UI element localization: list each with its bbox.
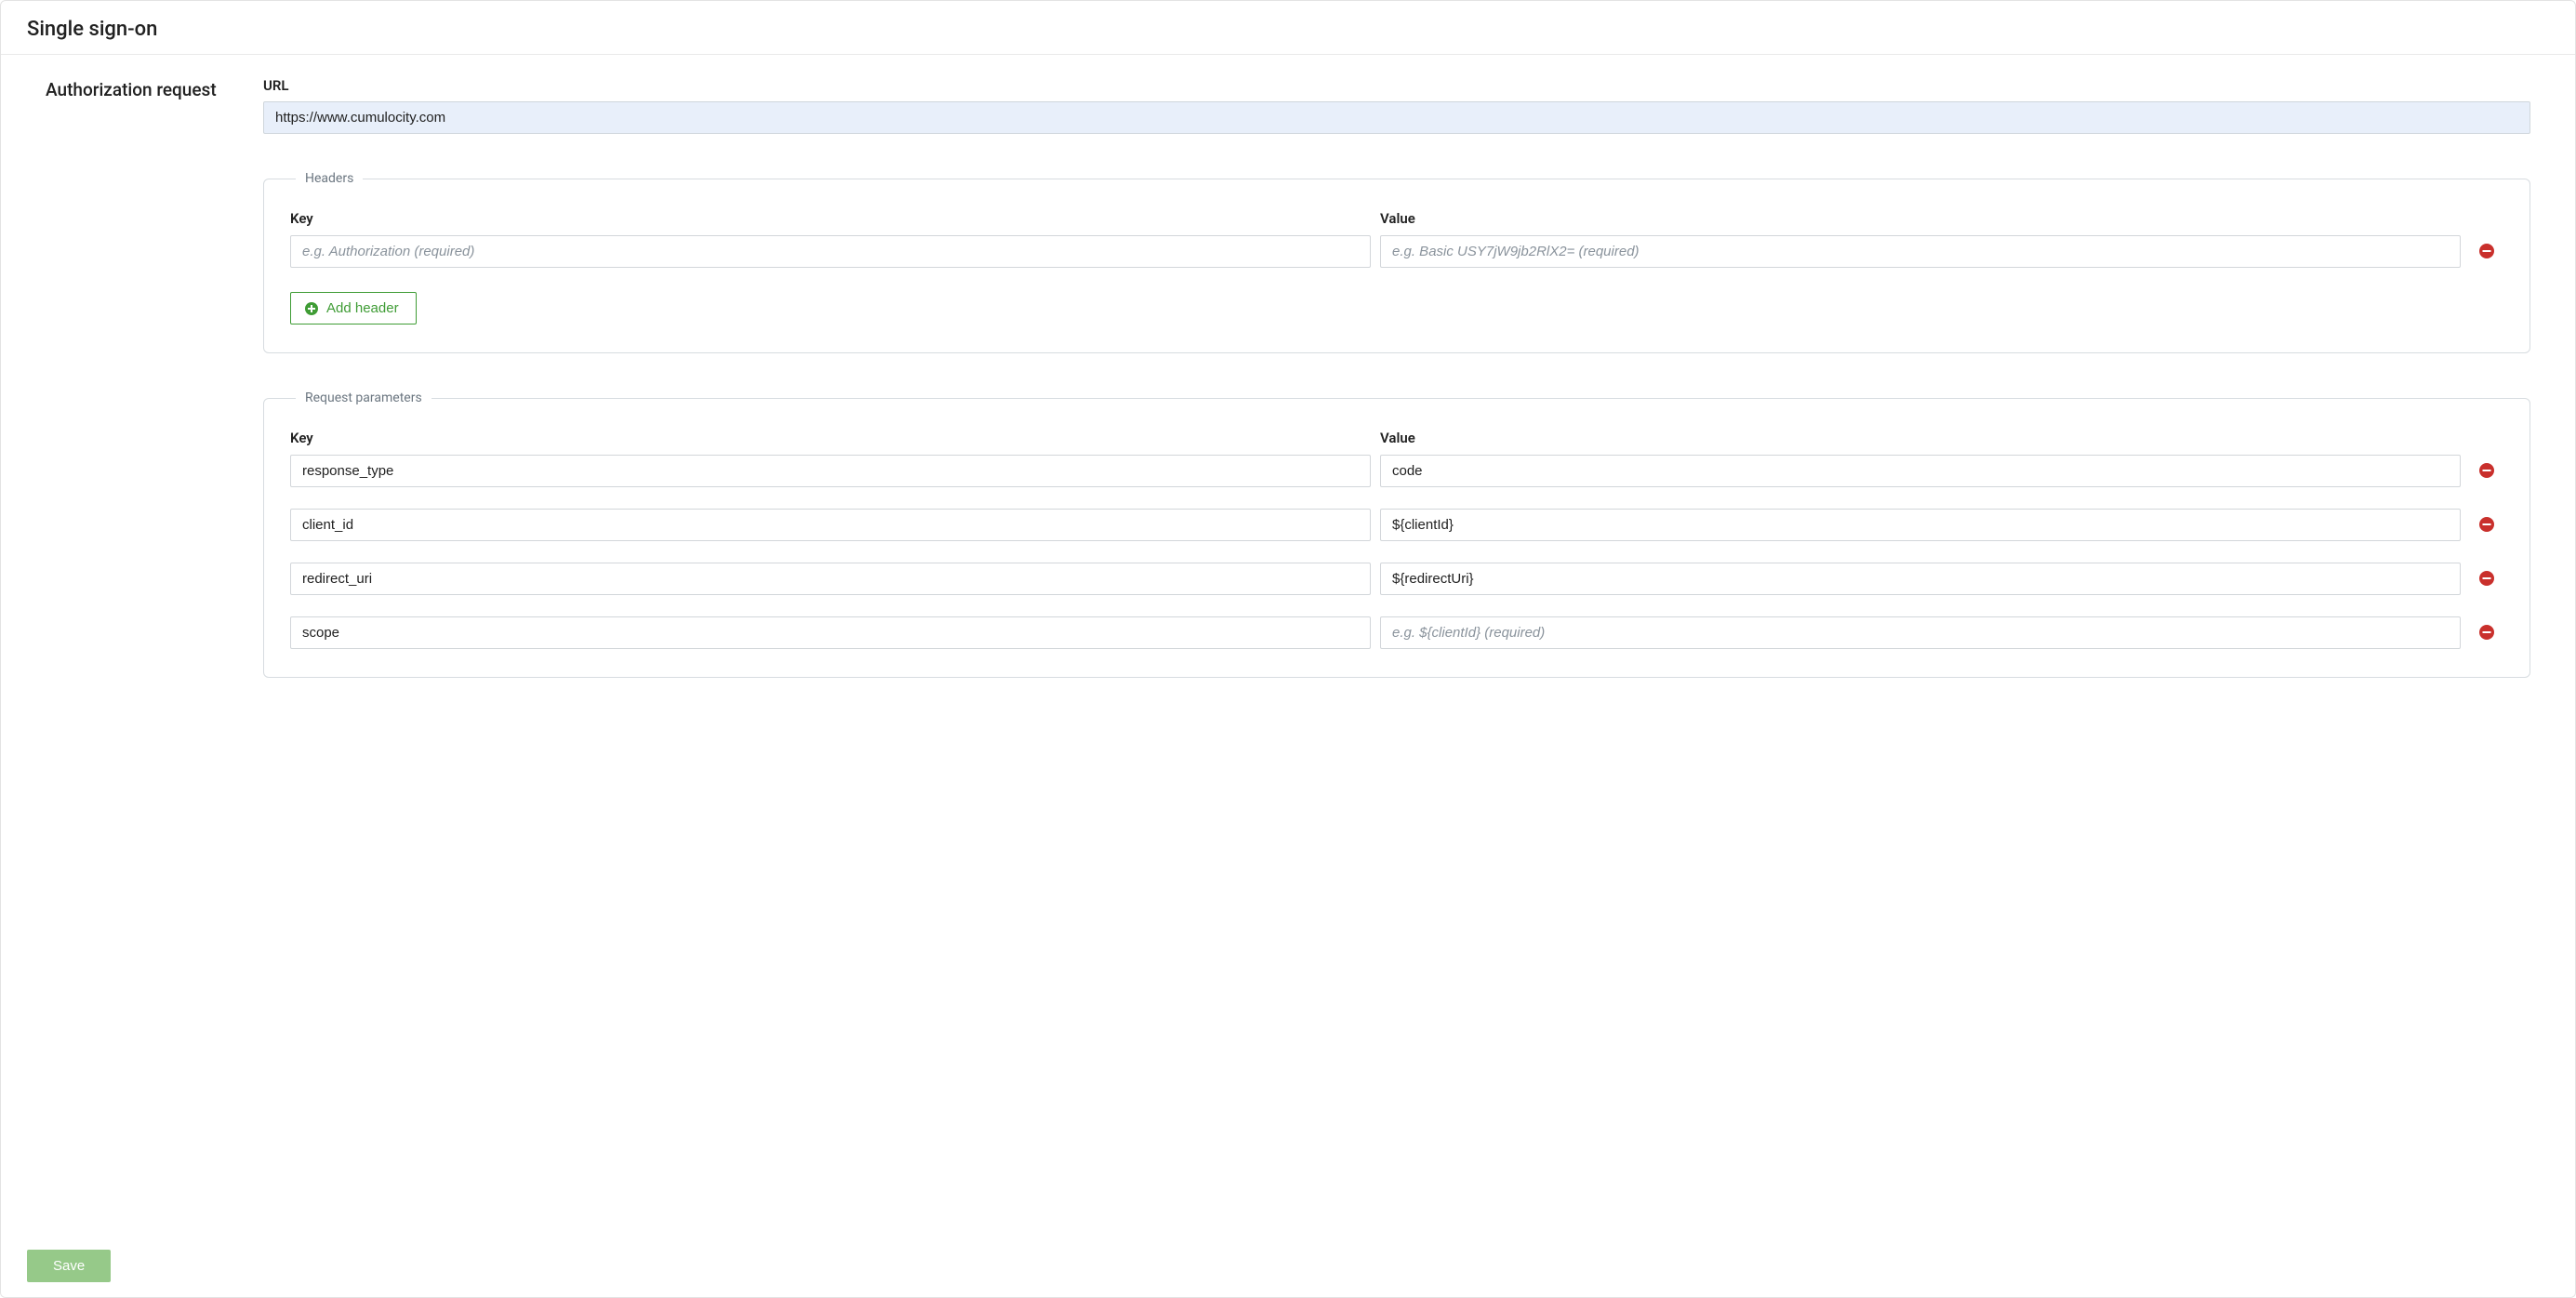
- add-header-button[interactable]: Add header: [290, 292, 417, 324]
- header-row: [290, 234, 2503, 268]
- authorization-request-section: Authorization request URL Headers Key Va…: [46, 77, 2530, 678]
- param-value-input[interactable]: [1380, 563, 2461, 595]
- remove-header-button[interactable]: [2470, 234, 2503, 268]
- params-legend: Request parameters: [296, 391, 432, 405]
- param-value-input[interactable]: [1380, 616, 2461, 649]
- minus-circle-icon: [2478, 624, 2495, 641]
- add-header-label: Add header: [326, 300, 399, 316]
- headers-key-label: Key: [290, 210, 1371, 227]
- params-value-label: Value: [1380, 430, 2461, 446]
- page-title: Single sign-on: [1, 1, 2575, 55]
- save-button[interactable]: Save: [27, 1250, 111, 1282]
- url-input[interactable]: [263, 101, 2530, 134]
- section-body: URL Headers Key Value: [263, 77, 2530, 678]
- param-key-input[interactable]: [290, 616, 1371, 649]
- remove-param-button[interactable]: [2470, 562, 2503, 595]
- section-title: Authorization request: [46, 77, 241, 100]
- headers-value-label: Value: [1380, 210, 2461, 227]
- minus-circle-icon: [2478, 516, 2495, 533]
- param-key-input[interactable]: [290, 455, 1371, 487]
- param-value-input[interactable]: [1380, 455, 2461, 487]
- header-value-input[interactable]: [1380, 235, 2461, 268]
- url-label: URL: [263, 77, 2530, 94]
- page-container: Single sign-on Authorization request URL…: [0, 0, 2576, 1298]
- headers-columns: Key Value: [290, 210, 2503, 227]
- plus-circle-icon: [304, 301, 319, 316]
- minus-circle-icon: [2478, 462, 2495, 479]
- scroll-area[interactable]: Authorization request URL Headers Key Va…: [1, 55, 2575, 1297]
- minus-circle-icon: [2478, 243, 2495, 259]
- params-key-label: Key: [290, 430, 1371, 446]
- param-row: [290, 562, 2503, 595]
- params-columns: Key Value: [290, 430, 2503, 446]
- footer: Save: [1, 1238, 2575, 1297]
- param-key-input[interactable]: [290, 509, 1371, 541]
- headers-legend: Headers: [296, 171, 363, 186]
- param-row: [290, 454, 2503, 487]
- param-key-input[interactable]: [290, 563, 1371, 595]
- param-row: [290, 616, 2503, 649]
- header-key-input[interactable]: [290, 235, 1371, 268]
- minus-circle-icon: [2478, 570, 2495, 587]
- param-value-input[interactable]: [1380, 509, 2461, 541]
- remove-param-button[interactable]: [2470, 508, 2503, 541]
- remove-param-button[interactable]: [2470, 454, 2503, 487]
- params-fieldset: Request parameters Key Value: [263, 391, 2530, 678]
- param-row: [290, 508, 2503, 541]
- headers-fieldset: Headers Key Value: [263, 171, 2530, 353]
- remove-param-button[interactable]: [2470, 616, 2503, 649]
